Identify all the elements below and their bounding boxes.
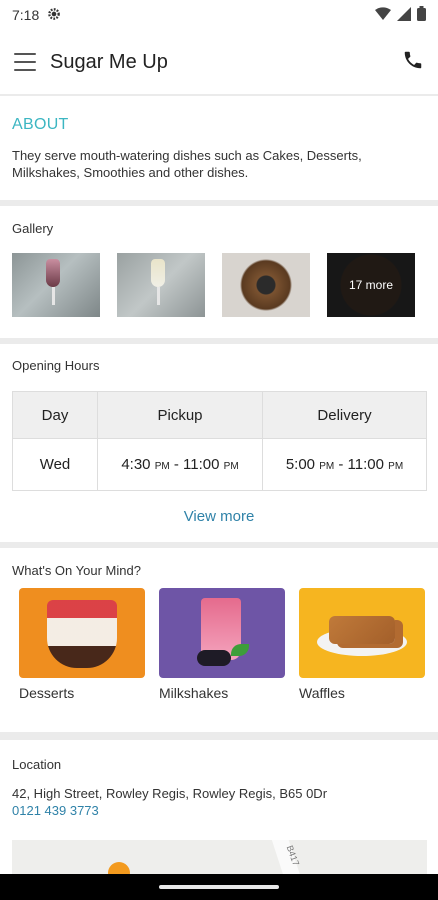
pickup-cell: 4:30 PM - 11:00 PM <box>97 438 263 491</box>
gallery-more-label: 17 more <box>327 253 415 317</box>
column-header-delivery: Delivery <box>262 391 427 439</box>
phone-icon[interactable] <box>402 49 424 76</box>
category-list: Desserts Milkshakes Waffles <box>19 588 425 701</box>
signal-icon <box>397 6 411 24</box>
delivery-start-ampm: PM <box>319 461 335 472</box>
table-header-row: Day Pickup Delivery <box>12 391 427 439</box>
column-header-pickup: Pickup <box>97 391 263 439</box>
view-more-link[interactable]: View more <box>0 508 438 525</box>
wifi-icon <box>375 6 391 24</box>
day-cell: Wed <box>12 438 98 491</box>
category-milkshakes[interactable]: Milkshakes <box>159 588 285 701</box>
gallery-image-3[interactable] <box>222 253 310 317</box>
gallery-image-1[interactable] <box>12 253 100 317</box>
delivery-end-ampm: PM <box>388 461 404 472</box>
column-header-day: Day <box>12 391 98 439</box>
status-bar: 7:18 <box>0 0 438 30</box>
gallery-image-2[interactable] <box>117 253 205 317</box>
delivery-separator: - <box>334 456 348 473</box>
battery-icon <box>417 6 426 24</box>
app-bar: Sugar Me Up <box>0 30 438 94</box>
delivery-cell: 5:00 PM - 11:00 PM <box>262 438 427 491</box>
status-icons <box>375 6 426 24</box>
table-row: Wed 4:30 PM - 11:00 PM 5:00 PM - 11:00 P… <box>12 438 427 491</box>
opening-hours-table: Day Pickup Delivery Wed 4:30 PM - 11:00 … <box>12 391 427 491</box>
pickup-start-ampm: PM <box>154 461 170 472</box>
waffles-image <box>299 588 425 678</box>
gallery-title: Gallery <box>12 221 54 236</box>
gallery-thumbnails: 17 more <box>12 253 415 317</box>
whats-on-your-mind-section: What's On Your Mind? Desserts Milkshakes… <box>0 548 438 732</box>
category-label: Desserts <box>19 685 75 701</box>
delivery-end: 11:00 <box>347 456 384 473</box>
status-time: 7:18 <box>12 7 40 23</box>
category-label: Milkshakes <box>159 685 229 701</box>
pickup-start: 4:30 <box>121 456 151 473</box>
gear-icon <box>47 7 61 24</box>
gallery-image-more[interactable]: 17 more <box>327 253 415 317</box>
opening-hours-section: Opening Hours Day Pickup Delivery Wed 4:… <box>0 344 438 542</box>
about-title: ABOUT <box>12 116 69 133</box>
pickup-end: 11:00 <box>183 456 220 473</box>
opening-hours-title: Opening Hours <box>12 358 100 373</box>
about-description: They serve mouth-watering dishes such as… <box>12 148 362 180</box>
system-nav-bar <box>0 874 438 900</box>
whats-on-your-mind-title: What's On Your Mind? <box>12 563 141 578</box>
category-label: Waffles <box>299 685 345 701</box>
desserts-image <box>19 588 145 678</box>
home-gesture-handle[interactable] <box>159 885 279 889</box>
pickup-end-ampm: PM <box>223 461 239 472</box>
category-waffles[interactable]: Waffles <box>299 588 425 701</box>
location-phone-link[interactable]: 0121 439 3773 <box>12 803 99 818</box>
category-desserts[interactable]: Desserts <box>19 588 145 701</box>
about-section: ABOUT They serve mouth-watering dishes s… <box>0 96 438 200</box>
delivery-start: 5:00 <box>285 456 316 473</box>
milkshakes-image <box>159 588 285 678</box>
pickup-separator: - <box>169 456 184 473</box>
location-address: 42, High Street, Rowley Regis, Rowley Re… <box>12 786 328 801</box>
page-title: Sugar Me Up <box>50 50 168 73</box>
location-title: Location <box>12 757 62 772</box>
gallery-section: Gallery 17 more <box>0 206 438 338</box>
menu-icon[interactable] <box>14 53 36 71</box>
